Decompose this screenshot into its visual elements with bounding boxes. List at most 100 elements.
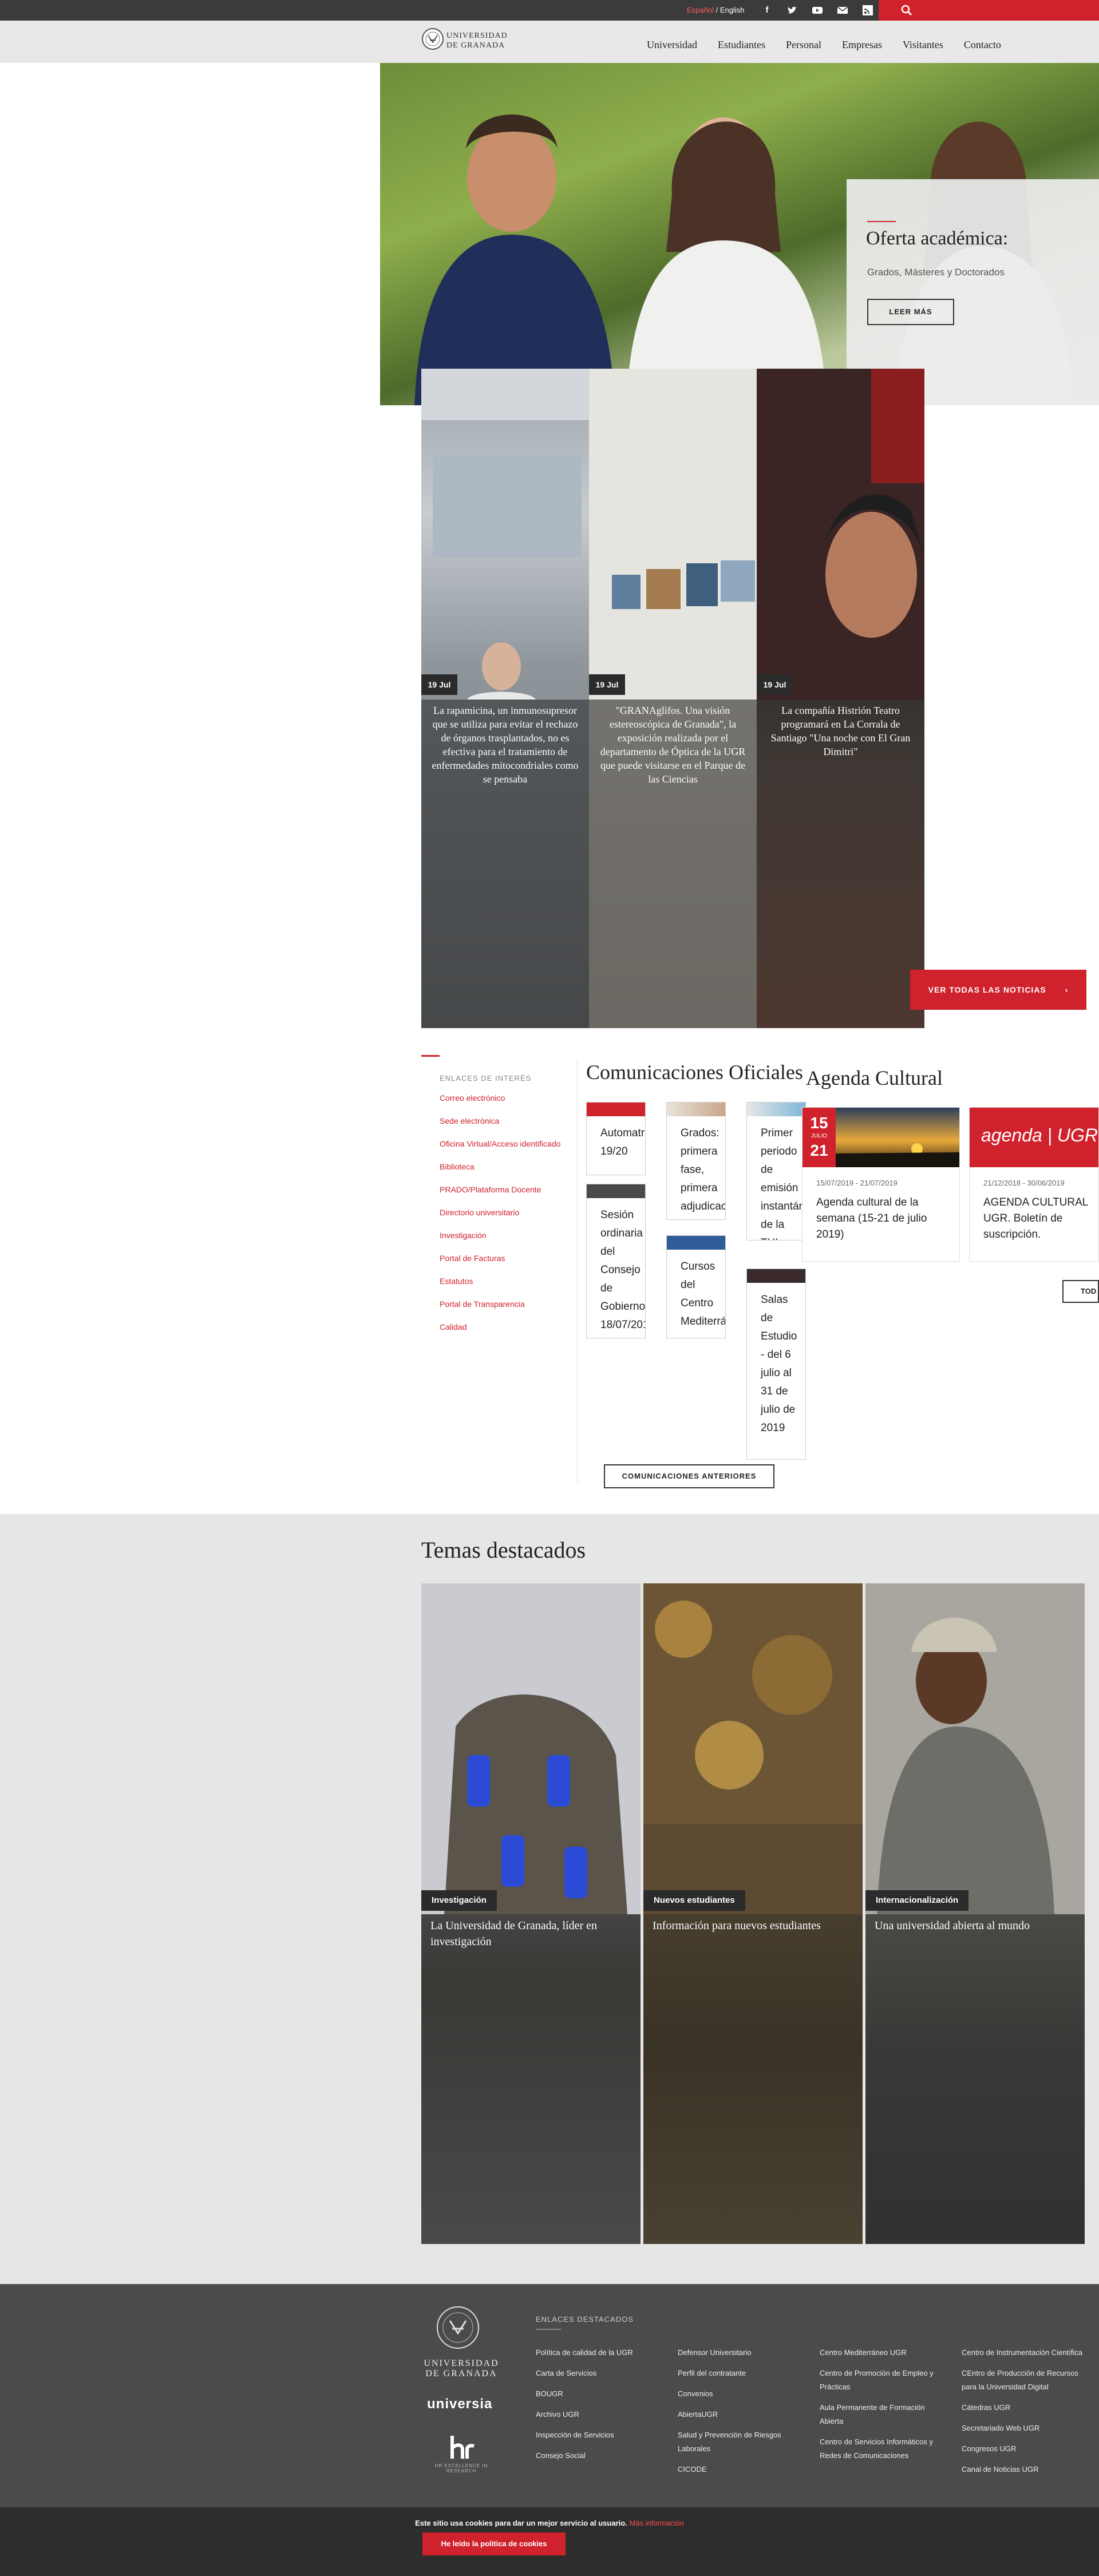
footer-link[interactable]: Aula Permanente de Formación Abierta	[820, 2401, 940, 2428]
communication-card[interactable]: Automatrícula 19/20	[586, 1102, 646, 1175]
cookie-message: Este sitio usa cookies para dar un mejor…	[0, 2519, 1099, 2527]
link-calidad[interactable]: Calidad	[440, 1322, 467, 1332]
footer-link[interactable]: Canal de Noticias UGR	[962, 2463, 1088, 2476]
nav-contacto[interactable]: Contacto	[954, 39, 1011, 51]
agenda-card[interactable]: agenda | UGR 21/12/2018 - 30/06/2019 AGE…	[969, 1107, 1099, 1262]
topic-title[interactable]: Una universidad abierta al mundo	[875, 1918, 1075, 1934]
nav-universidad[interactable]: Universidad	[637, 39, 707, 51]
footer-links-underline	[536, 2329, 561, 2330]
link-sede[interactable]: Sede electrónica	[440, 1116, 499, 1125]
topic-title[interactable]: Información para nuevos estudiantes	[653, 1918, 853, 1934]
previous-communications-button[interactable]: COMUNICACIONES ANTERIORES	[604, 1464, 774, 1488]
cookie-accept-button[interactable]: He leído la política de cookies	[422, 2532, 566, 2555]
communication-card[interactable]: Primer periodo de emisión instantánea de…	[746, 1102, 806, 1240]
topic-overlay	[865, 1914, 1085, 2244]
cookie-text: Este sitio usa cookies para dar un mejor…	[415, 2519, 630, 2527]
communication-card[interactable]: Salas de Estudio - del 6 julio al 31 de …	[746, 1269, 806, 1460]
nav-empresas[interactable]: Empresas	[832, 39, 892, 51]
link-directorio[interactable]: Directorio universitario	[440, 1208, 519, 1217]
footer-link[interactable]: Archivo UGR	[536, 2408, 662, 2421]
agenda-badge-day1: 15	[810, 1114, 828, 1132]
link-correo[interactable]: Correo electrónico	[440, 1093, 505, 1103]
hero-subtitle: Grados, Másteres y Doctorados	[867, 267, 1005, 278]
news-title[interactable]: "GRANAglifos. Una visión estereoscópica …	[599, 704, 746, 786]
communication-thumbnail	[667, 1236, 725, 1250]
link-biblioteca[interactable]: Biblioteca	[440, 1162, 475, 1171]
news-date: 19 Jul	[589, 674, 625, 695]
chevron-right-icon: ›	[1065, 985, 1069, 994]
search-icon[interactable]	[900, 3, 914, 17]
agenda-all-button[interactable]: TOD	[1062, 1280, 1099, 1303]
footer-link[interactable]: Centro de Promoción de Empleo y Práctica…	[820, 2366, 940, 2394]
comunicaciones-title: Comunicaciones Oficiales	[586, 1061, 803, 1084]
news-title[interactable]: La compañía Histrión Teatro programará e…	[767, 704, 914, 758]
nav-estudiantes[interactable]: Estudiantes	[707, 39, 776, 51]
language-switcher: Español / English	[687, 6, 744, 14]
news-card[interactable]: 19 Jul La compañía Histrión Teatro progr…	[757, 369, 924, 1028]
nav-personal[interactable]: Personal	[776, 39, 832, 51]
footer-link[interactable]: Consejo Social	[536, 2449, 662, 2463]
communication-card[interactable]: Sesión ordinaria del Consejo de Gobierno…	[586, 1184, 646, 1338]
agenda-card[interactable]: 15 JULIO 21 15/07/2019 - 21/07/2019 Agen…	[802, 1107, 960, 1262]
link-oficina-virtual[interactable]: Oficina Virtual/Acceso identificado	[440, 1139, 560, 1148]
link-investigacion[interactable]: Investigación	[440, 1231, 487, 1240]
news-title[interactable]: La rapamicina, un inmunosupresor que se …	[432, 704, 579, 786]
logo-text: UNIVERSIDAD DE GRANADA	[446, 31, 508, 50]
mail-icon[interactable]	[837, 5, 848, 16]
footer-link[interactable]: Cátedras UGR	[962, 2401, 1088, 2415]
topic-card[interactable]: Investigación La Universidad de Granada,…	[421, 1583, 641, 2244]
communication-card[interactable]: Cursos del Centro Mediterráneo	[666, 1235, 726, 1338]
footer-link[interactable]: BOUGR	[536, 2387, 662, 2401]
communication-thumbnail	[587, 1184, 645, 1198]
communication-card[interactable]: Grados: primera fase, primera adjudicaci…	[666, 1102, 726, 1220]
news-card[interactable]: 19 Jul La rapamicina, un inmunosupresor …	[421, 369, 589, 1028]
footer-link[interactable]: Secretariado Web UGR	[962, 2421, 1088, 2435]
footer-link[interactable]: Política de calidad de la UGR	[536, 2346, 662, 2360]
topic-title[interactable]: La Universidad de Granada, líder en inve…	[430, 1918, 631, 1950]
youtube-icon[interactable]	[812, 5, 823, 16]
topic-card[interactable]: Nuevos estudiantes Información para nuev…	[643, 1583, 863, 2244]
university-logo[interactable]: UNIVERSIDAD DE GRANADA	[421, 27, 536, 56]
footer-link[interactable]: Defensor Universitario	[678, 2346, 804, 2360]
footer-link[interactable]: CICODE	[678, 2463, 804, 2476]
rss-icon[interactable]	[862, 5, 873, 16]
links-accent-line	[421, 1055, 440, 1057]
universia-logo[interactable]: universia	[427, 2396, 492, 2412]
hero-accent-line	[867, 221, 896, 222]
facebook-icon[interactable]: f	[761, 5, 773, 16]
footer-link[interactable]: CEntro de Producción de Recursos para la…	[962, 2366, 1085, 2394]
twitter-icon[interactable]	[786, 5, 798, 16]
footer-link[interactable]: Congresos UGR	[962, 2442, 1088, 2456]
lang-english-link[interactable]: English	[720, 6, 745, 14]
footer-link[interactable]: Centro de Servicios Informáticos y Redes…	[820, 2435, 940, 2463]
footer-link[interactable]: AbiertaUGR	[678, 2408, 804, 2421]
footer-link[interactable]: Centro de Instrumentación Científica	[962, 2346, 1088, 2360]
topic-card[interactable]: Internacionalización Una universidad abi…	[865, 1583, 1085, 2244]
footer-link[interactable]: Carta de Servicios	[536, 2366, 662, 2380]
news-date: 19 Jul	[757, 674, 793, 695]
topic-tag: Internacionalización	[865, 1890, 969, 1911]
lang-separator: /	[713, 6, 720, 14]
footer-link[interactable]: Perfil del contratante	[678, 2366, 804, 2380]
footer-link[interactable]: Convenios	[678, 2387, 804, 2401]
agenda-title: Agenda Cultural	[806, 1066, 943, 1089]
footer-link[interactable]: Inspección de Servicios	[536, 2428, 662, 2442]
university-seal-icon[interactable]	[435, 2305, 481, 2350]
nav-visitantes[interactable]: Visitantes	[892, 39, 954, 51]
news-card[interactable]: 19 Jul "GRANAglifos. Una visión estereos…	[589, 369, 757, 1028]
footer-university-name[interactable]: UNIVERSIDAD DE GRANADA	[421, 2358, 501, 2379]
lang-spanish-link[interactable]: Español	[687, 6, 714, 14]
link-transparencia[interactable]: Portal de Transparencia	[440, 1299, 525, 1309]
link-prado[interactable]: PRADO/Plataforma Docente	[440, 1185, 541, 1194]
link-estatutos[interactable]: Estatutos	[440, 1277, 473, 1286]
footer-link[interactable]: Centro Mediterráneo UGR	[820, 2346, 946, 2360]
cookie-more-info-link[interactable]: Más información	[629, 2519, 683, 2527]
all-news-button[interactable]: VER TODAS LAS NOTICIAS ›	[910, 970, 1086, 1010]
news-photo-exhibition	[589, 369, 757, 700]
agenda-dates: 15/07/2019 - 21/07/2019	[816, 1179, 898, 1187]
footer-link[interactable]: Salud y Prevención de Riesgos Laborales	[678, 2428, 786, 2456]
link-facturas[interactable]: Portal de Facturas	[440, 1254, 505, 1263]
agenda-dates: 21/12/2018 - 30/06/2019	[983, 1179, 1065, 1187]
topic-overlay	[421, 1914, 641, 2244]
hero-read-more-button[interactable]: LEER MÁS	[867, 299, 954, 325]
